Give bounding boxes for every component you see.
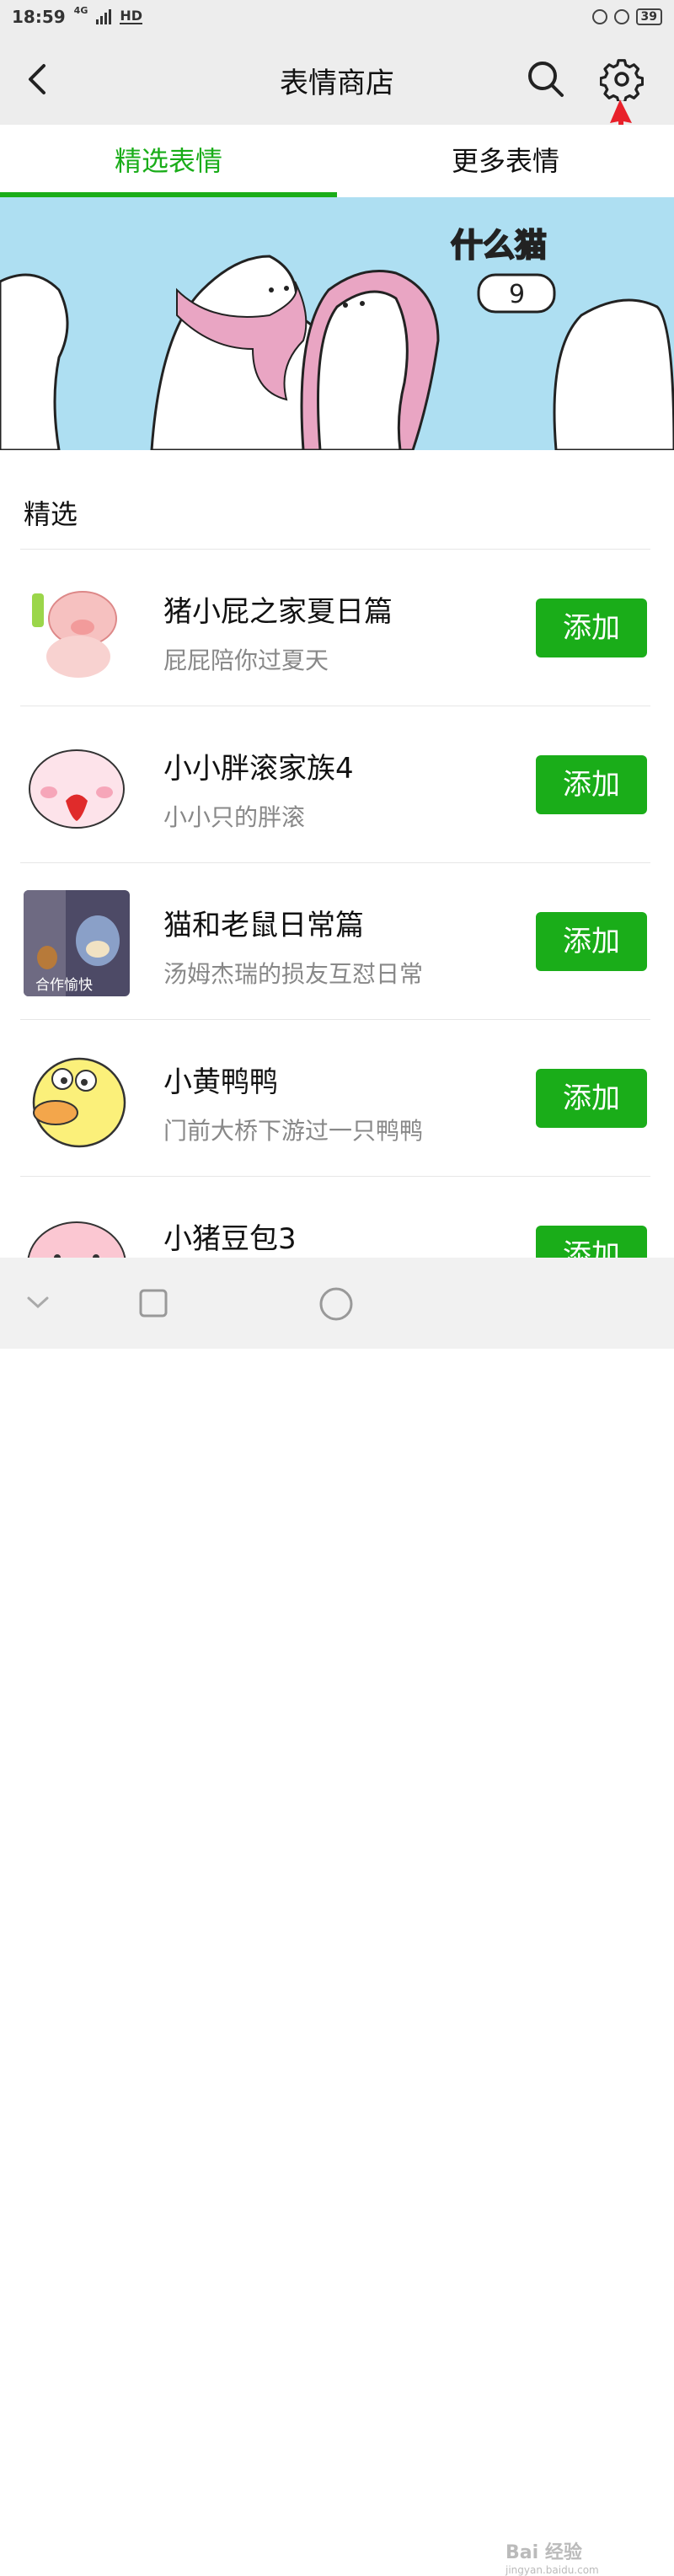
tab-bar: 精选表情 更多表情 xyxy=(0,125,674,197)
list-item[interactable]: 合作愉快 猫和老鼠日常篇 汤姆杰瑞的损友互怼日常 添加 xyxy=(0,863,674,1020)
sticker-thumbnail-duck xyxy=(24,1047,130,1153)
list-item[interactable]: 猪小屁之家夏日篇 屁屁陪你过夏天 添加 xyxy=(0,550,674,706)
add-button[interactable]: 添加 xyxy=(536,755,647,814)
item-description: 汤姆杰瑞的损友互怼日常 xyxy=(163,960,424,988)
nav-home-icon[interactable] xyxy=(318,1286,354,1322)
item-name: 小猪豆包3 xyxy=(163,1222,297,1256)
add-button[interactable]: 添加 xyxy=(536,1069,647,1128)
nav-collapse-icon[interactable] xyxy=(25,1295,51,1312)
banner-number: 9 xyxy=(509,280,525,309)
status-left: 18:59 4G HD xyxy=(12,4,143,27)
sticker-thumbnail-tom-and-jerry: 合作愉快 xyxy=(24,890,130,996)
thumbnail-caption: 合作愉快 xyxy=(35,977,93,994)
banner-title: 什么猫 xyxy=(451,227,547,264)
item-description: 门前大桥下游过一只鸭鸭 xyxy=(163,1117,424,1145)
banner-illustration: 什么猫 9 xyxy=(0,226,674,450)
battery-indicator: 39 xyxy=(635,8,662,25)
search-icon[interactable] xyxy=(526,59,566,99)
title-bar: 表情商店 xyxy=(0,34,674,125)
sticker-thumbnail-pig xyxy=(24,577,130,683)
section-title: 精选 xyxy=(24,498,78,530)
list-item[interactable]: 小小胖滚家族4 小小只的胖滚 添加 xyxy=(0,706,674,863)
signal-icon xyxy=(96,9,112,24)
watermark: Bai 经验 jingyan.baidu.com xyxy=(506,2537,599,2576)
item-name: 小黄鸭鸭 xyxy=(163,1065,278,1099)
item-description: 屁屁陪你过夏天 xyxy=(163,647,329,674)
watermark-url: jingyan.baidu.com xyxy=(506,2564,599,2576)
tab-more[interactable]: 更多表情 xyxy=(337,125,674,197)
add-button[interactable]: 添加 xyxy=(536,598,647,657)
system-nav-bar: Bai 经验 jingyan.baidu.com xyxy=(0,1258,674,2576)
sticker-thumbnail-fluffy xyxy=(24,733,130,840)
item-name: 猪小屁之家夏日篇 xyxy=(163,595,393,629)
network-type: 4G xyxy=(73,4,88,16)
watermark-brand: Bai 经验 xyxy=(506,2542,582,2563)
status-time: 18:59 xyxy=(12,7,66,27)
item-name: 猫和老鼠日常篇 xyxy=(163,909,364,942)
status-bar: 18:59 4G HD 39 xyxy=(0,0,674,34)
hd-indicator: HD xyxy=(120,8,143,24)
nav-recent-apps-icon[interactable] xyxy=(138,1288,168,1318)
rotation-lock-icon xyxy=(591,9,607,24)
item-description: 小小只的胖滚 xyxy=(163,803,306,831)
status-right: 39 xyxy=(591,8,662,25)
promo-banner[interactable]: 什么猫 9 xyxy=(0,197,674,450)
item-name: 小小胖滚家族4 xyxy=(163,752,354,786)
list-item[interactable]: 小黄鸭鸭 门前大桥下游过一只鸭鸭 添加 xyxy=(0,1020,674,1177)
page-title: 表情商店 xyxy=(280,67,394,100)
alarm-icon xyxy=(613,9,629,24)
tab-featured[interactable]: 精选表情 xyxy=(0,125,337,197)
add-button[interactable]: 添加 xyxy=(536,912,647,971)
